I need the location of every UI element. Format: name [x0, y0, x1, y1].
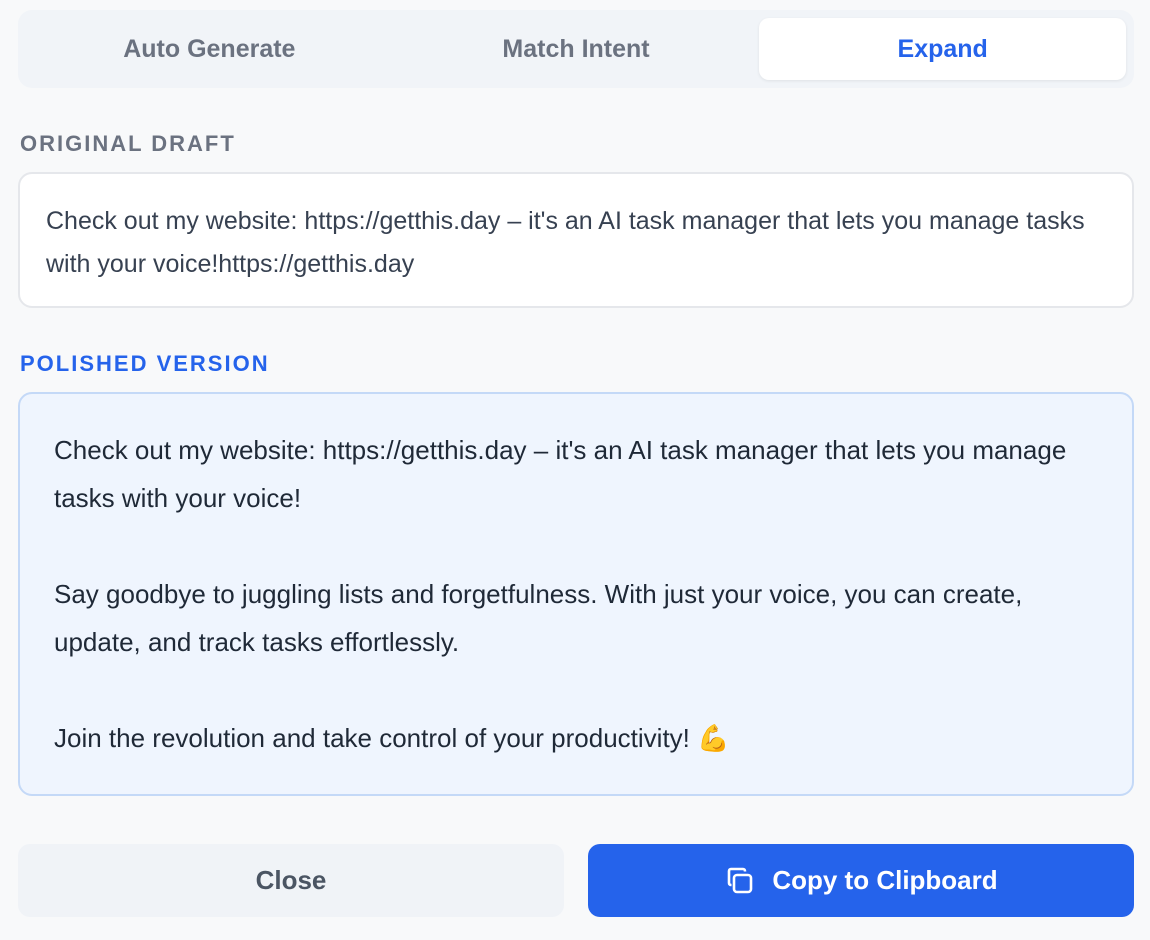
polished-paragraph: Check out my website: https://getthis.da… — [54, 435, 1067, 513]
copy-icon — [724, 865, 756, 897]
close-button[interactable]: Close — [18, 844, 564, 917]
tab-auto-generate[interactable]: Auto Generate — [26, 18, 393, 80]
polished-paragraph: Say goodbye to juggling lists and forget… — [54, 579, 1023, 657]
close-button-label: Close — [255, 865, 327, 895]
polished-version-box[interactable]: Check out my website: https://getthis.da… — [18, 392, 1134, 796]
original-draft-label: ORIGINAL DRAFT — [20, 131, 236, 156]
mode-tabs: Auto Generate Match Intent Expand — [18, 10, 1134, 88]
copy-to-clipboard-button[interactable]: Copy to Clipboard — [588, 844, 1134, 917]
original-draft-box[interactable]: Check out my website: https://getthis.da… — [18, 172, 1134, 308]
copy-button-label: Copy to Clipboard — [772, 865, 998, 895]
polished-version-label: POLISHED VERSION — [20, 351, 270, 376]
tab-expand[interactable]: Expand — [759, 18, 1127, 80]
polished-paragraph: Join the revolution and take control of … — [54, 723, 730, 753]
tab-match-intent[interactable]: Match Intent — [393, 18, 760, 80]
original-draft-text: Check out my website: https://getthis.da… — [46, 207, 1085, 278]
